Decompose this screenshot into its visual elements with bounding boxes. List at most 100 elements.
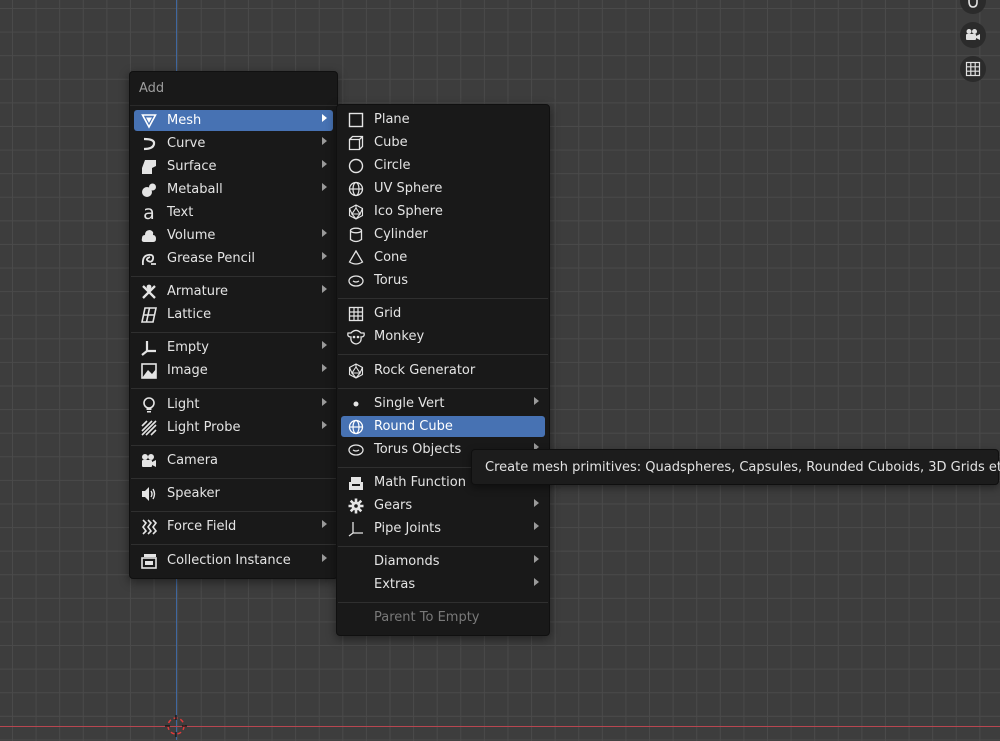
menu-item-grid[interactable]: Grid	[341, 303, 545, 324]
gears-icon	[347, 497, 365, 515]
mesh-submenu: Plane Cube Circle UV Sphere Ico Sphere C…	[336, 104, 550, 636]
rock-generator-icon	[347, 362, 365, 380]
divider	[131, 511, 336, 512]
menu-item-parent-to-empty[interactable]: Parent To Empty	[341, 607, 545, 628]
menu-item-rock-generator[interactable]: Rock Generator	[341, 360, 545, 381]
collection-instance-icon	[140, 552, 158, 570]
pipe-joints-icon	[347, 520, 365, 538]
menu-item-monkey[interactable]: Monkey	[341, 326, 545, 347]
submenu-arrow-icon	[322, 421, 327, 429]
add-menu-title: Add	[139, 81, 165, 96]
submenu-arrow-icon	[534, 397, 539, 405]
image-icon	[140, 362, 158, 380]
submenu-arrow-icon	[534, 578, 539, 586]
menu-item-light[interactable]: Light	[134, 394, 333, 415]
circle-icon	[347, 157, 365, 175]
tooltip-text: Create mesh primitives: Quadspheres, Cap…	[485, 459, 1000, 475]
cone-icon	[347, 249, 365, 267]
uv-sphere-icon	[347, 180, 365, 198]
grease-pencil-icon	[140, 250, 158, 268]
menu-item-camera[interactable]: Camera	[134, 450, 333, 471]
menu-item-cylinder[interactable]: Cylinder	[341, 224, 545, 245]
submenu-arrow-icon	[322, 285, 327, 293]
camera-icon	[140, 452, 158, 470]
submenu-arrow-icon	[322, 520, 327, 528]
menu-item-cone[interactable]: Cone	[341, 247, 545, 268]
menu-item-lattice[interactable]: Lattice	[134, 304, 333, 325]
submenu-arrow-icon	[322, 364, 327, 372]
menu-item-pipe-joints[interactable]: Pipe Joints	[341, 518, 545, 539]
submenu-arrow-icon	[534, 555, 539, 563]
menu-item-metaball[interactable]: Metaball	[134, 179, 333, 200]
menu-item-cube[interactable]: Cube	[341, 132, 545, 153]
menu-item-circle[interactable]: Circle	[341, 155, 545, 176]
ico-sphere-icon	[347, 203, 365, 221]
divider	[131, 544, 336, 545]
single-vert-icon	[347, 395, 365, 413]
curve-icon	[140, 135, 158, 153]
x-axis-line	[0, 726, 1000, 727]
menu-item-force-field[interactable]: Force Field	[134, 516, 333, 537]
cylinder-icon	[347, 226, 365, 244]
menu-item-empty[interactable]: Empty	[134, 337, 333, 358]
metaball-icon	[140, 181, 158, 199]
menu-item-single-vert[interactable]: Single Vert	[341, 393, 545, 414]
menu-item-plane[interactable]: Plane	[341, 109, 545, 130]
menu-item-diamonds[interactable]: Diamonds	[341, 551, 545, 572]
divider	[338, 388, 548, 389]
submenu-arrow-icon	[322, 114, 327, 122]
divider	[131, 332, 336, 333]
menu-item-armature[interactable]: Armature	[134, 281, 333, 302]
camera-view-icon[interactable]	[960, 22, 986, 48]
add-menu: Add Mesh Curve Surface Metaball a Text V…	[129, 71, 338, 579]
torus-objects-icon	[347, 441, 365, 459]
lattice-icon	[140, 306, 158, 324]
menu-item-speaker[interactable]: Speaker	[134, 483, 333, 504]
divider	[338, 546, 548, 547]
hand-pan-icon[interactable]	[960, 0, 986, 14]
submenu-arrow-icon	[534, 499, 539, 507]
armature-icon	[140, 283, 158, 301]
menu-item-surface[interactable]: Surface	[134, 156, 333, 177]
divider	[131, 388, 336, 389]
menu-item-curve[interactable]: Curve	[134, 133, 333, 154]
menu-item-volume[interactable]: Volume	[134, 225, 333, 246]
surface-icon	[140, 158, 158, 176]
submenu-arrow-icon	[322, 398, 327, 406]
menu-item-torus[interactable]: Torus	[341, 270, 545, 291]
menu-item-text[interactable]: a Text	[134, 202, 333, 223]
menu-item-round-cube[interactable]: Round Cube	[341, 416, 545, 437]
3d-cursor-icon[interactable]	[165, 715, 187, 737]
light-icon	[140, 396, 158, 414]
torus-icon	[347, 272, 365, 290]
divider	[131, 276, 336, 277]
submenu-arrow-icon	[322, 229, 327, 237]
menu-item-image[interactable]: Image	[134, 360, 333, 381]
cube-icon	[347, 134, 365, 152]
math-function-icon	[347, 474, 365, 492]
divider	[131, 478, 336, 479]
menu-item-mesh[interactable]: Mesh	[134, 110, 333, 131]
submenu-arrow-icon	[534, 522, 539, 530]
submenu-arrow-icon	[322, 183, 327, 191]
submenu-arrow-icon	[322, 160, 327, 168]
force-field-icon	[140, 518, 158, 536]
divider	[338, 298, 548, 299]
menu-item-collection-instance[interactable]: Collection Instance	[134, 550, 333, 571]
divider	[338, 602, 548, 603]
divider	[130, 105, 337, 106]
menu-item-ico-sphere[interactable]: Ico Sphere	[341, 201, 545, 222]
menu-item-light-probe[interactable]: Light Probe	[134, 417, 333, 438]
menu-item-gears[interactable]: Gears	[341, 495, 545, 516]
empty-icon	[140, 339, 158, 357]
menu-item-uv-sphere[interactable]: UV Sphere	[341, 178, 545, 199]
light-probe-icon	[140, 419, 158, 437]
menu-item-grease-pencil[interactable]: Grease Pencil	[134, 248, 333, 269]
volume-icon	[140, 227, 158, 245]
tooltip: Create mesh primitives: Quadspheres, Cap…	[471, 449, 1000, 485]
plane-icon	[347, 111, 365, 129]
menu-item-extras[interactable]: Extras	[341, 574, 545, 595]
ortho-grid-icon[interactable]	[960, 56, 986, 82]
divider	[131, 445, 336, 446]
divider	[338, 354, 548, 355]
